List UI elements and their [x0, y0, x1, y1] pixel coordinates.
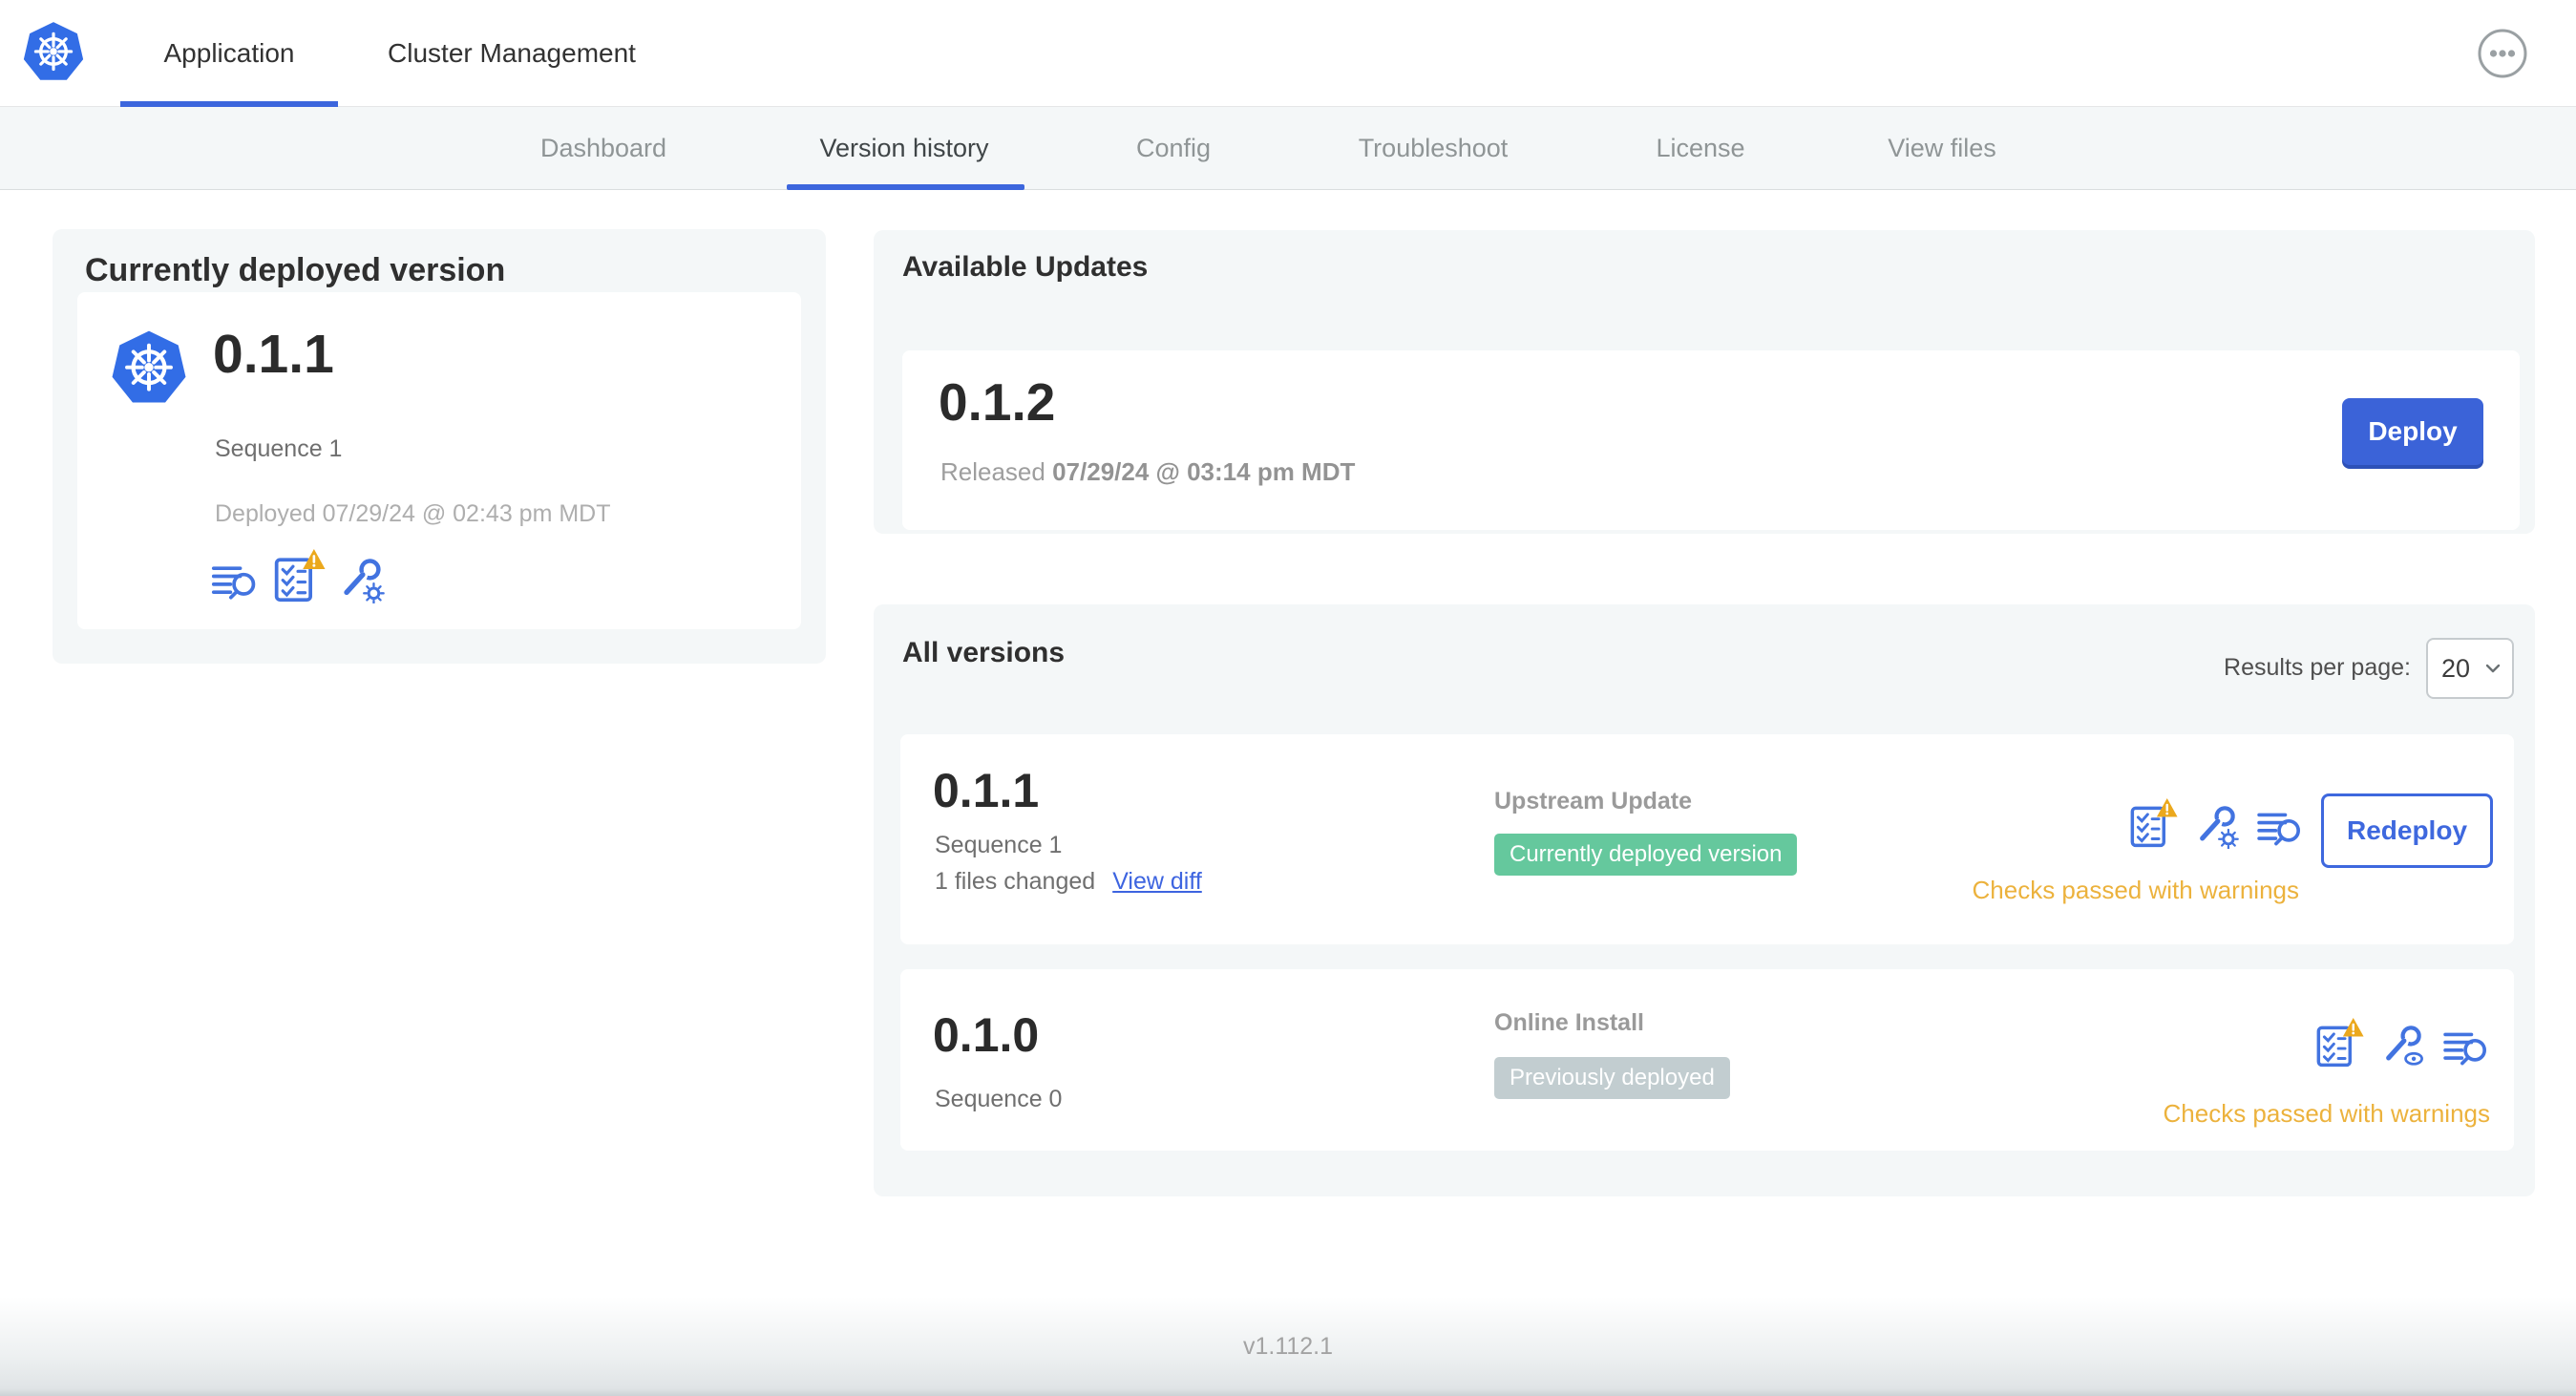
config-view-icon[interactable]: [2381, 1025, 2425, 1068]
all-versions-card: All versions Results per page: 20 0.1.1 …: [874, 604, 2535, 1196]
row-sequence: Sequence 1: [935, 832, 1063, 858]
all-versions-title: All versions: [902, 637, 1066, 668]
page-footer: v1.112.1: [0, 1297, 2576, 1396]
subnav-tab-view-files[interactable]: View files: [1888, 107, 1996, 190]
active-tab-underline: [787, 184, 1024, 190]
preflight-checks-warning-icon[interactable]: [2128, 797, 2178, 849]
results-per-page-select[interactable]: 20: [2426, 638, 2514, 699]
admin-console-page: Application Cluster Management Dashboard…: [0, 0, 2576, 1396]
available-updates-title: Available Updates: [902, 251, 1149, 283]
deployed-version-number: 0.1.1: [213, 324, 334, 385]
deployed-sequence: Sequence 1: [215, 435, 343, 462]
kubernetes-app-icon: [109, 328, 189, 409]
subnav-tab-version-history[interactable]: Version history: [819, 107, 988, 190]
subnav-tab-dashboard[interactable]: Dashboard: [540, 107, 666, 190]
checks-status-text: Checks passed with warnings: [2163, 1099, 2491, 1128]
released-date: 07/29/24 @ 03:14 pm MDT: [1052, 457, 1356, 486]
subnav-tab-troubleshoot[interactable]: Troubleshoot: [1359, 107, 1509, 190]
update-released-line: Released 07/29/24 @ 03:14 pm MDT: [940, 457, 1355, 487]
update-row: 0.1.2 Released 07/29/24 @ 03:14 pm MDT D…: [902, 350, 2520, 530]
subnav-tab-config[interactable]: Config: [1136, 107, 1211, 190]
deployed-timestamp: Deployed 07/29/24 @ 02:43 pm MDT: [215, 500, 611, 527]
config-gear-icon[interactable]: [339, 558, 385, 603]
deploy-logs-icon[interactable]: [2256, 809, 2304, 849]
files-changed-label: 1 files changed: [935, 868, 1096, 895]
currently-deployed-title: Currently deployed version: [85, 252, 506, 288]
config-gear-icon[interactable]: [2195, 805, 2239, 849]
deploy-button[interactable]: Deploy: [2342, 398, 2483, 465]
checks-status-text: Checks passed with warnings: [1972, 876, 2300, 904]
results-per-page-label: Results per page:: [2224, 654, 2411, 681]
currently-deployed-card: Currently deployed version 0.1.1 Sequenc…: [53, 229, 826, 664]
available-updates-card: Available Updates 0.1.2 Released 07/29/2…: [874, 230, 2535, 534]
status-badge: Currently deployed version: [1494, 834, 1798, 876]
preflight-checks-warning-icon[interactable]: [2314, 1017, 2364, 1068]
tab-cluster-management[interactable]: Cluster Management: [369, 0, 655, 107]
chevron-down-icon: [2485, 664, 2501, 673]
top-header: Application Cluster Management: [0, 0, 2576, 107]
row-actions: [2314, 1007, 2490, 1068]
row-version-number: 0.1.0: [933, 1008, 1040, 1062]
deploy-logs-icon[interactable]: [211, 561, 259, 603]
row-sequence: Sequence 0: [935, 1086, 1063, 1112]
currently-deployed-inner-card: 0.1.1 Sequence 1 Deployed 07/29/24 @ 02:…: [77, 292, 801, 629]
subnav-tab-license[interactable]: License: [1656, 107, 1744, 190]
update-version-number: 0.1.2: [939, 372, 1056, 432]
version-row: 0.1.1 Sequence 1 1 files changed View di…: [900, 734, 2514, 944]
overflow-menu-button[interactable]: [2477, 28, 2528, 79]
row-version-number: 0.1.1: [933, 764, 1040, 817]
app-subnav: Dashboard Version history Config Trouble…: [0, 107, 2576, 190]
deploy-logs-icon[interactable]: [2442, 1028, 2490, 1068]
results-per-page-value: 20: [2441, 653, 2471, 683]
tab-application[interactable]: Application: [120, 0, 338, 107]
console-version: v1.112.1: [1242, 1332, 1334, 1360]
row-source-label: Online Install: [1494, 1009, 1644, 1036]
released-label: Released: [940, 457, 1045, 486]
status-badge: Previously deployed: [1494, 1057, 1730, 1099]
view-diff-link[interactable]: View diff: [1112, 868, 1202, 896]
deployed-version-actions: [211, 544, 385, 603]
row-actions: [2128, 788, 2304, 849]
redeploy-button[interactable]: Redeploy: [2321, 793, 2493, 868]
kubernetes-logo: [21, 20, 86, 85]
version-row: 0.1.0 Sequence 0 Online Install Previous…: [900, 969, 2514, 1151]
preflight-checks-warning-icon[interactable]: [272, 548, 326, 603]
ellipsis-icon: [2477, 28, 2528, 79]
row-source-label: Upstream Update: [1494, 788, 1692, 814]
files-changed-line: 1 files changed View diff: [935, 868, 1202, 896]
